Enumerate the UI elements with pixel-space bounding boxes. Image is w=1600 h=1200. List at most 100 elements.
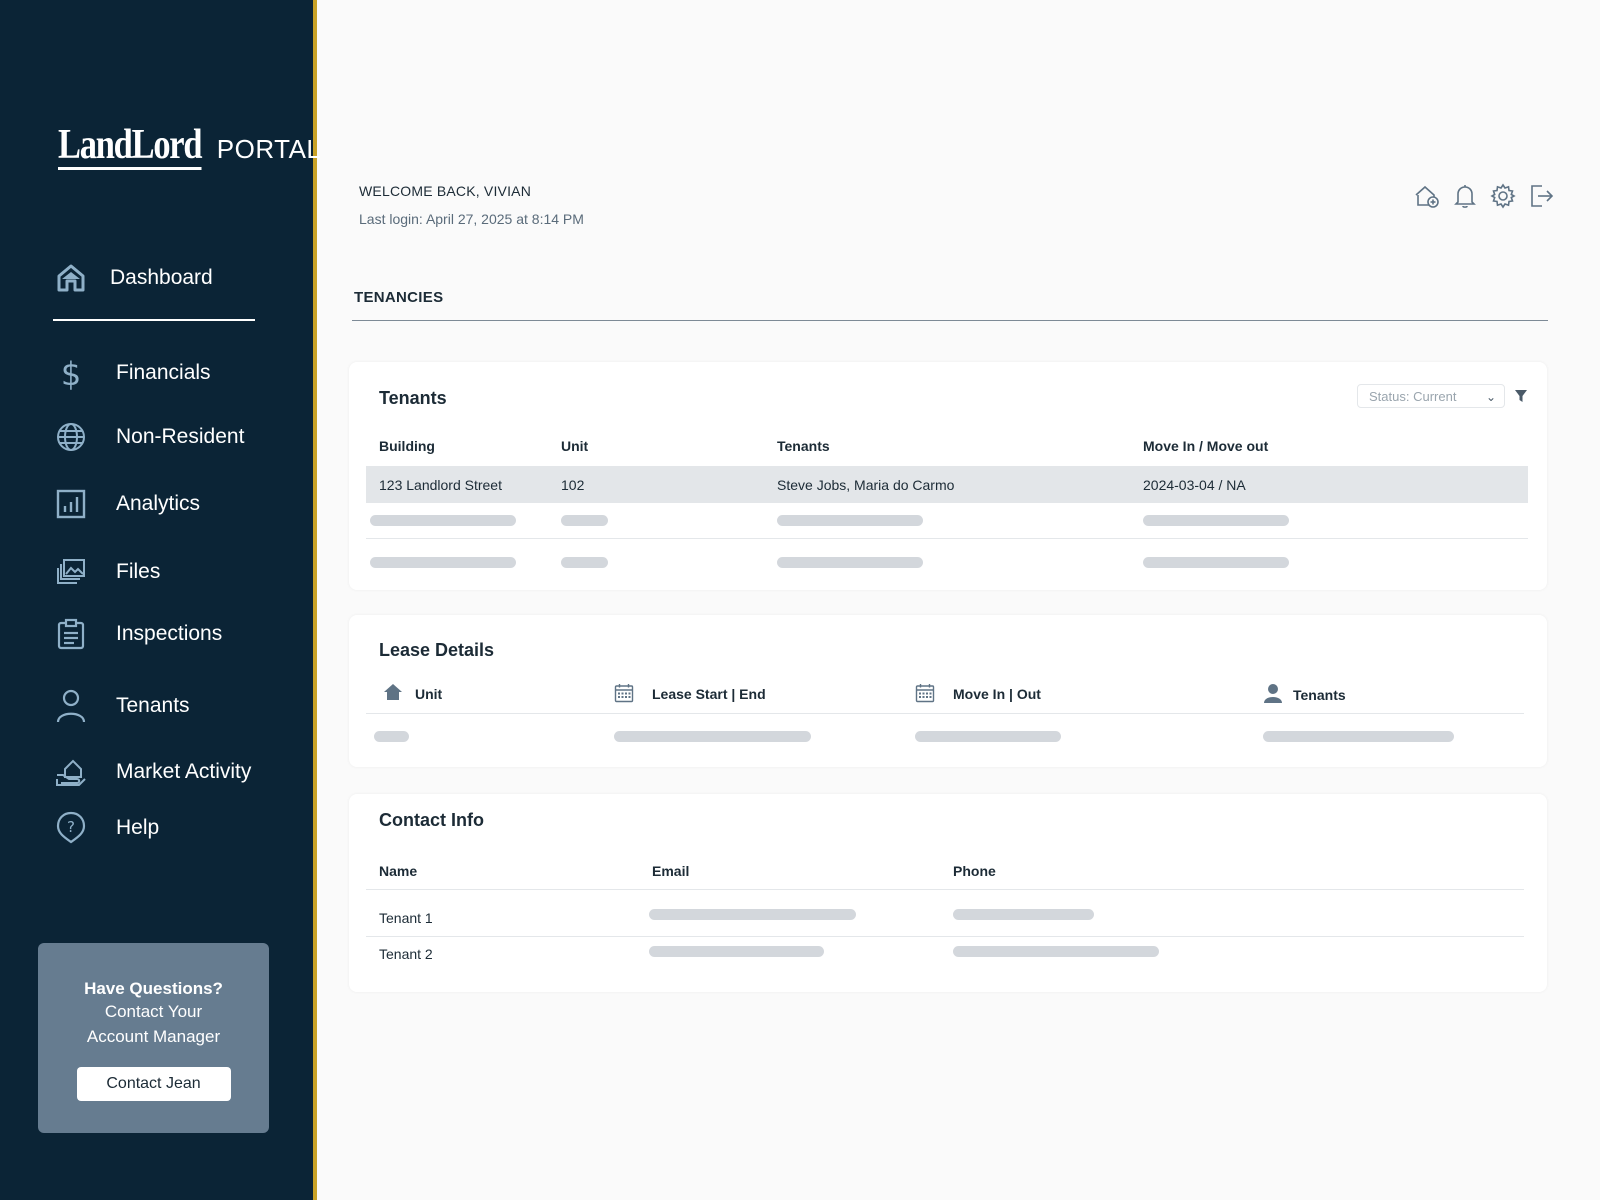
sidebar-item-help[interactable]: ? Help — [55, 811, 160, 844]
files-icon — [55, 556, 87, 588]
help-line-1: Contact Your — [104, 1002, 203, 1021]
sidebar-item-label: Analytics — [116, 492, 201, 515]
sidebar-item-market-activity[interactable]: Market Activity — [55, 756, 251, 788]
sidebar-item-dashboard[interactable]: Dashboard — [55, 262, 213, 294]
logo[interactable]: LandLord PORTAL — [58, 118, 321, 170]
sidebar-item-tenants[interactable]: Tenants — [55, 689, 190, 723]
clipboard-icon — [55, 618, 87, 650]
cell-unit: 102 — [561, 477, 585, 493]
header-actions — [1414, 183, 1554, 209]
sidebar-item-files[interactable]: Files — [55, 556, 160, 588]
skeleton-placeholder — [1143, 515, 1289, 526]
sidebar-item-inspections[interactable]: Inspections — [55, 618, 222, 650]
column-header-tenants: Tenants — [1293, 687, 1346, 703]
row-divider — [366, 713, 1524, 714]
cell-move: 2024-03-04 / NA — [1143, 477, 1246, 493]
sidebar-item-analytics[interactable]: Analytics — [55, 488, 200, 520]
cell-building: 123 Landlord Street — [379, 477, 502, 493]
analytics-icon — [55, 488, 87, 520]
section-title: TENANCIES — [354, 289, 444, 306]
section-divider — [352, 320, 1548, 321]
calendar-icon — [915, 683, 935, 708]
skeleton-placeholder — [953, 946, 1159, 957]
market-icon — [55, 756, 87, 788]
person-icon — [1263, 683, 1283, 708]
cell-tenants: Steve Jobs, Maria do Carmo — [777, 477, 955, 493]
skeleton-placeholder — [1143, 557, 1289, 568]
active-indicator — [53, 319, 255, 321]
skeleton-placeholder — [777, 515, 923, 526]
globe-icon — [55, 421, 87, 453]
column-header-building: Building — [379, 438, 435, 454]
column-header-unit: Unit — [561, 438, 589, 454]
skeleton-placeholder — [614, 731, 811, 742]
last-login: Last login: April 27, 2025 at 8:14 PM — [359, 211, 584, 227]
home-add-icon[interactable] — [1414, 183, 1440, 209]
help-icon: ? — [55, 811, 87, 844]
table-row[interactable]: 123 Landlord Street 102 Steve Jobs, Mari… — [366, 466, 1528, 503]
status-filter-value: Status: Current — [1369, 389, 1457, 404]
skeleton-placeholder — [374, 731, 409, 742]
column-header-name: Name — [379, 863, 418, 879]
column-header-move-in-out: Move In | Out — [953, 686, 1041, 702]
help-question: Have Questions? — [84, 979, 223, 998]
filter-icon[interactable] — [1514, 389, 1528, 408]
lease-details-card: Lease Details Unit Lease Start | End Mov… — [349, 615, 1547, 767]
sidebar-item-label: Dashboard — [110, 266, 213, 289]
sidebar: LandLord PORTAL Dashboard $ Financials N… — [0, 0, 321, 1200]
help-box: Have Questions? Contact Your Account Man… — [38, 943, 269, 1133]
logout-icon[interactable] — [1528, 183, 1554, 209]
skeleton-placeholder — [561, 515, 608, 526]
skeleton-placeholder — [370, 515, 516, 526]
tenants-card-title: Tenants — [379, 388, 447, 408]
column-header-unit: Unit — [415, 686, 443, 702]
tenants-card: Tenants Status: Current ⌄ Building Unit … — [349, 362, 1547, 590]
skeleton-placeholder — [370, 557, 516, 568]
skeleton-placeholder — [1263, 731, 1454, 742]
home-icon — [55, 262, 87, 294]
sidebar-item-financials[interactable]: $ Financials — [55, 356, 211, 390]
logo-sub: PORTAL — [216, 134, 322, 164]
bell-icon[interactable] — [1452, 183, 1478, 209]
chevron-down-icon: ⌄ — [1485, 390, 1496, 404]
column-header-tenants: Tenants — [777, 438, 830, 454]
dollar-icon: $ — [55, 356, 87, 390]
sidebar-item-label: Files — [116, 560, 161, 583]
calendar-icon — [614, 683, 634, 708]
gear-icon[interactable] — [1490, 183, 1516, 209]
row-divider — [366, 538, 1528, 539]
lease-card-title: Lease Details — [379, 640, 495, 660]
sidebar-item-label: Non-Resident — [116, 425, 245, 448]
sidebar-item-label: Tenants — [116, 694, 190, 717]
column-header-move: Move In / Move out — [1143, 438, 1269, 454]
svg-text:?: ? — [67, 818, 75, 836]
contact-info-card: Contact Info Name Email Phone Tenant 1 T… — [349, 794, 1547, 992]
sidebar-item-label: Help — [116, 816, 160, 839]
svg-text:$: $ — [61, 356, 81, 390]
house-icon — [383, 683, 403, 706]
welcome-message: WELCOME BACK, VIVIAN — [359, 183, 532, 199]
column-header-phone: Phone — [953, 863, 996, 879]
status-filter-select[interactable]: Status: Current ⌄ — [1357, 384, 1505, 408]
skeleton-placeholder — [561, 557, 608, 568]
sidebar-item-label: Financials — [116, 361, 211, 384]
row-divider — [366, 936, 1524, 937]
contact-manager-button[interactable]: Contact Jean — [76, 1067, 231, 1101]
column-header-email: Email — [652, 863, 690, 879]
logo-main: LandLord — [58, 122, 203, 170]
contact-card-title: Contact Info — [379, 810, 484, 830]
sidebar-item-label: Inspections — [116, 622, 223, 645]
sidebar-item-non-resident[interactable]: Non-Resident — [55, 421, 244, 453]
user-icon — [55, 689, 87, 723]
column-header-lease-start-end: Lease Start | End — [652, 686, 766, 702]
skeleton-placeholder — [777, 557, 923, 568]
skeleton-placeholder — [915, 731, 1061, 742]
contact-row-name: Tenant 1 — [379, 910, 433, 926]
sidebar-item-label: Market Activity — [116, 760, 252, 783]
help-line-2: Account Manager — [86, 1027, 221, 1046]
skeleton-placeholder — [649, 946, 824, 957]
skeleton-placeholder — [953, 909, 1094, 920]
skeleton-placeholder — [649, 909, 856, 920]
row-divider — [366, 889, 1524, 890]
contact-row-name: Tenant 2 — [379, 946, 433, 962]
